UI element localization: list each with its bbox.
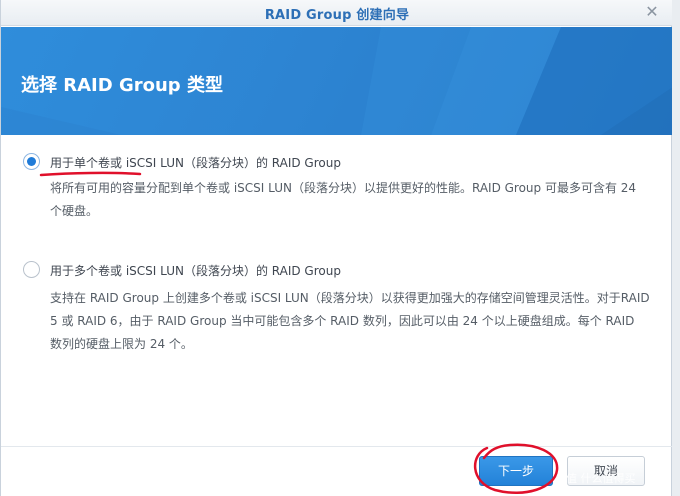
header-banner: 选择 RAID Group 类型 bbox=[1, 27, 673, 135]
option-single-volume-label[interactable]: 用于单个卷或 iSCSI LUN（段落分块）的 RAID Group bbox=[50, 154, 341, 171]
window-title: RAID Group 创建向导 bbox=[264, 8, 410, 23]
option-multiple-volumes[interactable]: 用于多个卷或 iSCSI LUN（段落分块）的 RAID Group 支持在 R… bbox=[1, 259, 673, 359]
next-button[interactable]: 下一步 bbox=[479, 456, 553, 486]
option-multiple-volumes-label[interactable]: 用于多个卷或 iSCSI LUN（段落分块）的 RAID Group bbox=[50, 262, 341, 279]
option-single-volume-description: 将所有可用的容量分配到单个卷或 iSCSI LUN（段落分块）以提供更好的性能。… bbox=[50, 181, 637, 218]
radio-single-volume[interactable] bbox=[23, 153, 40, 170]
option-single-volume[interactable]: 用于单个卷或 iSCSI LUN（段落分块）的 RAID Group 将所有可用… bbox=[1, 150, 673, 230]
watermark-logo: 值 什么值得买 bbox=[566, 472, 636, 485]
page-title: 选择 RAID Group 类型 bbox=[21, 75, 223, 96]
option-multiple-volumes-description: 支持在 RAID Group 上创建多个卷或 iSCSI LUN（段落分块）以获… bbox=[50, 291, 650, 351]
footer-divider bbox=[1, 446, 673, 447]
radio-multiple-volumes[interactable] bbox=[23, 261, 40, 278]
title-bar[interactable]: RAID Group 创建向导 ✕ bbox=[1, 0, 673, 26]
wizard-window: RAID Group 创建向导 ✕ 选择 RAID Group 类型 用于单个卷… bbox=[0, 0, 673, 496]
background-strip bbox=[672, 0, 680, 496]
close-icon[interactable]: ✕ bbox=[643, 3, 661, 21]
